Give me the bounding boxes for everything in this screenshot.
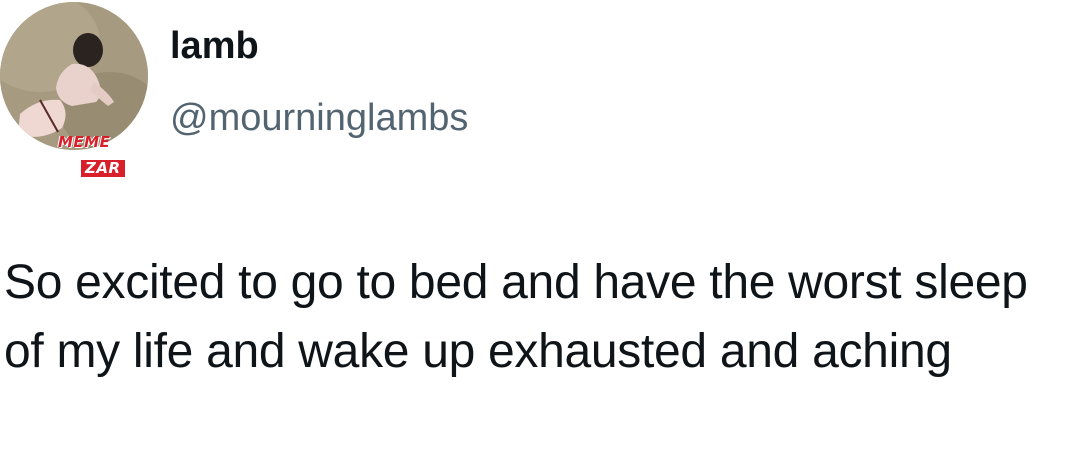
- tweet-card: MEME ZAR lamb @mourninglambs So excited …: [0, 0, 1080, 466]
- avatar-photo-icon: [0, 2, 148, 150]
- avatar-container[interactable]: MEME ZAR: [0, 2, 150, 178]
- user-handle[interactable]: @mourninglambs: [170, 92, 468, 144]
- watermark-meme-text: MEME: [58, 133, 111, 151]
- author-block: lamb @mourninglambs: [170, 20, 468, 144]
- avatar[interactable]: [0, 2, 148, 150]
- memezar-watermark: MEME ZAR: [58, 134, 148, 186]
- watermark-zar-text: ZAR: [80, 159, 126, 178]
- display-name[interactable]: lamb: [170, 20, 468, 72]
- tweet-text: So excited to go to bed and have the wor…: [4, 256, 1028, 378]
